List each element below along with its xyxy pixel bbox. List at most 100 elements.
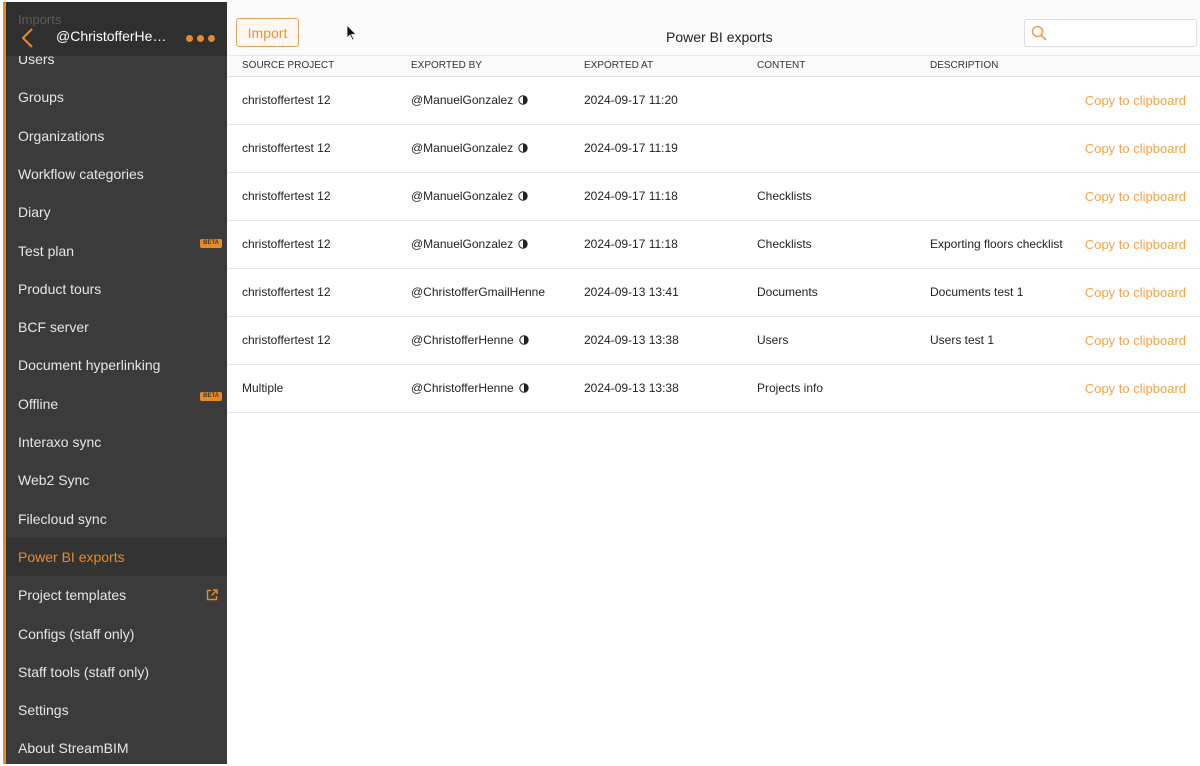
content-cell-text: Projects info: [757, 381, 824, 395]
search-icon: [1031, 25, 1047, 41]
source-project-cell: christoffertest 12: [242, 285, 331, 299]
user-type-icon: [518, 335, 529, 345]
exported-at-cell-text: 2024-09-13 13:41: [584, 285, 679, 299]
sidebar-item-label: Test plan: [18, 242, 75, 259]
sidebar-item-staff-tools-staff-only[interactable]: Staff tools (staff only): [6, 653, 227, 691]
search-input[interactable]: [1053, 22, 1193, 44]
external-link-icon: [206, 589, 218, 601]
exported-at-cell-text: 2024-09-13 13:38: [584, 381, 679, 395]
content-cell-text: Checklists: [757, 237, 812, 251]
sidebar-item-label: Organizations: [18, 127, 105, 144]
exported-at-cell-text: 2024-09-17 11:18: [584, 237, 678, 251]
content-cell: Documents: [757, 285, 818, 299]
sidebar-item-diary[interactable]: Diary: [6, 193, 227, 231]
sidebar-item-power-bi-exports[interactable]: Power BI exports: [6, 537, 227, 576]
sidebar-item-label: Document hyperlinking: [18, 357, 161, 374]
sidebar-item-organizations[interactable]: Organizations: [6, 117, 227, 155]
exported-by-cell: @ChristofferHenne: [411, 381, 529, 395]
description-cell: Users test 1: [930, 333, 994, 347]
exported-at-cell-text: 2024-09-13 13:38: [584, 333, 679, 347]
source-project-cell-text: christoffertest 12: [242, 141, 331, 155]
source-project-cell: christoffertest 12: [242, 189, 331, 203]
sidebar-item-label: Filecloud sync: [18, 510, 107, 527]
sidebar-item-document-hyperlinking[interactable]: Document hyperlinking: [6, 346, 227, 384]
column-header-source-project[interactable]: Source project: [242, 60, 334, 71]
user-type-icon: [518, 239, 528, 249]
sidebar-item-workflow-categories[interactable]: Workflow categories: [6, 155, 227, 193]
exported-at-cell: 2024-09-17 11:20: [584, 93, 678, 107]
content-cell: Projects info: [757, 381, 823, 395]
beta-badge: BETA: [200, 391, 222, 401]
column-header-exported-at[interactable]: Exported at: [584, 60, 653, 71]
sidebar-item-label: Project templates: [18, 587, 127, 604]
source-project-cell: christoffertest 12: [242, 141, 331, 155]
exported-by-cell-text: @ManuelGonzalez: [411, 237, 514, 251]
source-project-cell-text: Multiple: [242, 381, 284, 395]
content-cell-text: Checklists: [757, 189, 812, 203]
copy-to-clipboard-link[interactable]: Copy to clipboard: [1085, 237, 1186, 252]
exported-at-cell: 2024-09-13 13:41: [584, 285, 679, 299]
source-project-cell: Multiple: [242, 381, 283, 395]
copy-to-clipboard-link[interactable]: Copy to clipboard: [1085, 189, 1186, 204]
exported-by-cell-text: @ChristofferHenne: [411, 333, 514, 347]
sidebar-item-settings[interactable]: Settings: [6, 691, 227, 729]
sidebar-item-label: Offline: [18, 395, 59, 412]
user-type-icon: [518, 383, 529, 393]
exported-by-cell: @ManuelGonzalez: [411, 237, 528, 251]
sidebar-item-label: Configs (staff only): [18, 625, 135, 642]
exports-table: Source project Exported by Exported at C…: [227, 55, 1200, 413]
table-row: christoffertest 12 @ChristofferHenne 2024-…: [227, 317, 1200, 365]
chevron-left-icon[interactable]: [20, 27, 36, 49]
content-cell: Checklists: [757, 237, 812, 251]
user-type-icon: [518, 95, 528, 105]
mouse-cursor-icon: [347, 25, 357, 41]
sidebar-item-interaxo-sync[interactable]: Interaxo sync: [6, 423, 227, 461]
source-project-cell-text: christoffertest 12: [242, 189, 331, 203]
column-header-exported-by[interactable]: Exported by: [411, 60, 482, 71]
copy-to-clipboard-link[interactable]: Copy to clipboard: [1085, 333, 1186, 348]
user-type-icon: [518, 143, 528, 153]
more-options-icon[interactable]: [186, 35, 215, 42]
sidebar-item-web2-sync[interactable]: Web2 Sync: [6, 461, 227, 499]
column-header-content[interactable]: Content: [757, 60, 805, 71]
sidebar-item-filecloud-sync[interactable]: Filecloud sync: [6, 500, 227, 538]
exported-by-cell: @ManuelGonzalez: [411, 141, 528, 155]
exported-by-cell-text: @ManuelGonzalez: [411, 189, 514, 203]
sidebar-item-offline[interactable]: Offline BETA: [6, 385, 227, 423]
sidebar-item-project-templates[interactable]: Project templates: [6, 576, 227, 614]
sidebar-item-bcf-server[interactable]: BCF server: [6, 308, 227, 346]
source-project-cell: christoffertest 12: [242, 333, 331, 347]
copy-to-clipboard-link[interactable]: Copy to clipboard: [1085, 381, 1186, 396]
sidebar-item-label: Staff tools (staff only): [18, 663, 149, 680]
table-row: christoffertest 12 @ManuelGonzalez 2024-09…: [227, 77, 1200, 125]
sidebar-item-label: Interaxo sync: [18, 434, 102, 450]
source-project-cell-text: christoffertest 12: [242, 285, 331, 299]
exported-by-cell: @ManuelGonzalez: [411, 189, 528, 203]
column-header-description[interactable]: Description: [930, 60, 998, 71]
content-cell-text: Documents: [757, 285, 818, 299]
description-cell-text: Users test 1: [930, 333, 995, 347]
sidebar-item-test-plan[interactable]: Test plan BETA: [6, 232, 227, 270]
user-type-icon: [518, 191, 528, 201]
content-cell: Users: [757, 333, 788, 347]
copy-to-clipboard-link[interactable]: Copy to clipboard: [1085, 285, 1186, 300]
sidebar-item-configs-staff-only[interactable]: Configs (staff only): [6, 615, 227, 653]
copy-to-clipboard-link[interactable]: Copy to clipboard: [1085, 141, 1186, 156]
copy-to-clipboard-link[interactable]: Copy to clipboard: [1085, 93, 1186, 108]
account-name[interactable]: @ChristofferHenne: [56, 28, 174, 44]
sidebar-item-product-tours[interactable]: Product tours: [6, 270, 227, 308]
sidebar-item-groups[interactable]: Groups: [6, 78, 227, 116]
sidebar-item-about-streambim[interactable]: About StreamBIM: [6, 729, 227, 764]
import-button[interactable]: Import: [236, 18, 299, 47]
sidebar: Users Groups Organizations Workflow categor…: [3, 2, 227, 764]
exported-by-cell-text: @ManuelGonzalez: [411, 141, 514, 155]
sidebar-item-label: Product tours: [18, 280, 102, 297]
source-project-cell: christoffertest 12: [242, 93, 331, 107]
search-box[interactable]: [1024, 19, 1197, 47]
sidebar-item-label: BCF server: [18, 319, 89, 336]
content-cell: Checklists: [757, 189, 812, 203]
exported-by-cell-text: @ChristofferHenne: [411, 381, 514, 395]
exported-at-cell: 2024-09-17 11:19: [584, 141, 678, 155]
source-project-cell-text: christoffertest 12: [242, 93, 331, 107]
exported-at-cell-text: 2024-09-17 11:18: [584, 189, 678, 203]
